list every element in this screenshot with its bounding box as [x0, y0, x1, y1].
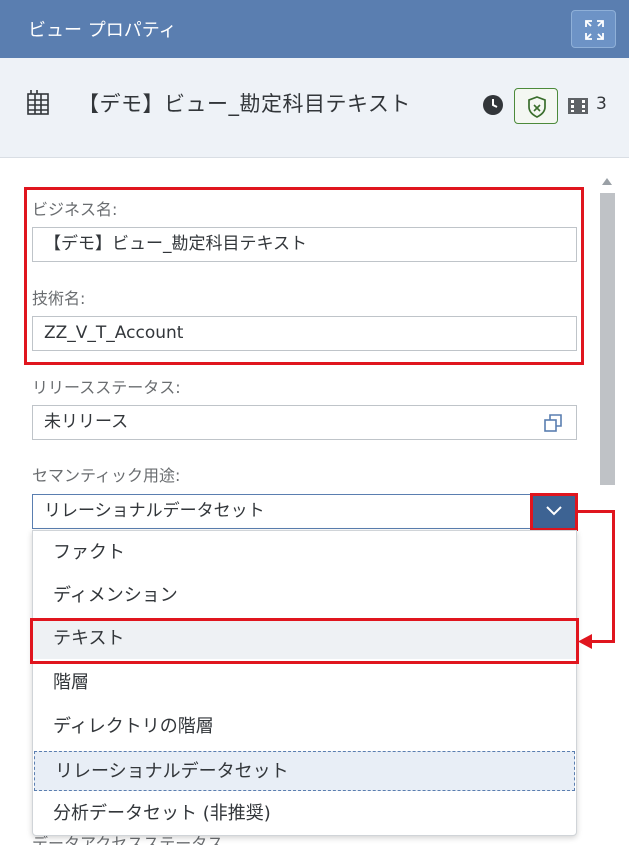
release-status-label: リリースステータス: [32, 378, 181, 397]
copy-icon[interactable] [543, 413, 563, 433]
semantic-usage-options: ファクト ディメンション テキスト 階層 ディレクトリの階層 リレーショナルデー… [32, 530, 577, 836]
semantic-usage-label: セマンティック用途: [32, 466, 181, 485]
expand-button[interactable] [571, 10, 616, 48]
arrow-segment-top [578, 510, 614, 513]
object-header: 【デモ】ビュー_勘定科目テキスト 3 [0, 58, 629, 158]
title-bar: ビュー プロパティ [0, 0, 629, 58]
table-grid-icon [27, 90, 49, 115]
highlight-dropdown-button [530, 493, 578, 531]
arrow-segment-bottom [588, 640, 615, 643]
option-hierarchy[interactable]: 階層 [33, 663, 576, 703]
expand-icon [585, 20, 604, 40]
object-title: 【デモ】ビュー_勘定科目テキスト [78, 92, 411, 116]
highlight-text-option [30, 618, 579, 664]
scroll-up-arrow[interactable] [602, 178, 612, 185]
clock-icon[interactable] [482, 94, 504, 116]
version-count: 3 [596, 94, 607, 114]
panel-title: ビュー プロパティ [28, 20, 177, 41]
release-status-value: 未リリース [44, 412, 129, 432]
validation-button[interactable] [514, 88, 558, 124]
option-analytical-dataset[interactable]: 分析データセット (非推奨) [33, 794, 576, 834]
option-fact[interactable]: ファクト [33, 533, 576, 573]
arrow-segment-vertical [612, 510, 615, 643]
option-relational-dataset[interactable]: リレーショナルデータセット [34, 751, 575, 791]
option-directory-hierarchy[interactable]: ディレクトリの階層 [33, 707, 576, 747]
highlight-name-fields [24, 187, 584, 365]
shield-check-icon [528, 96, 546, 118]
option-dimension[interactable]: ディメンション [33, 576, 576, 616]
film-icon[interactable] [567, 97, 589, 115]
scrollbar-thumb[interactable] [600, 193, 615, 485]
arrow-head [578, 634, 592, 649]
semantic-usage-select[interactable]: リレーショナルデータセット [32, 494, 577, 529]
release-status-field: 未リリース [32, 405, 577, 440]
